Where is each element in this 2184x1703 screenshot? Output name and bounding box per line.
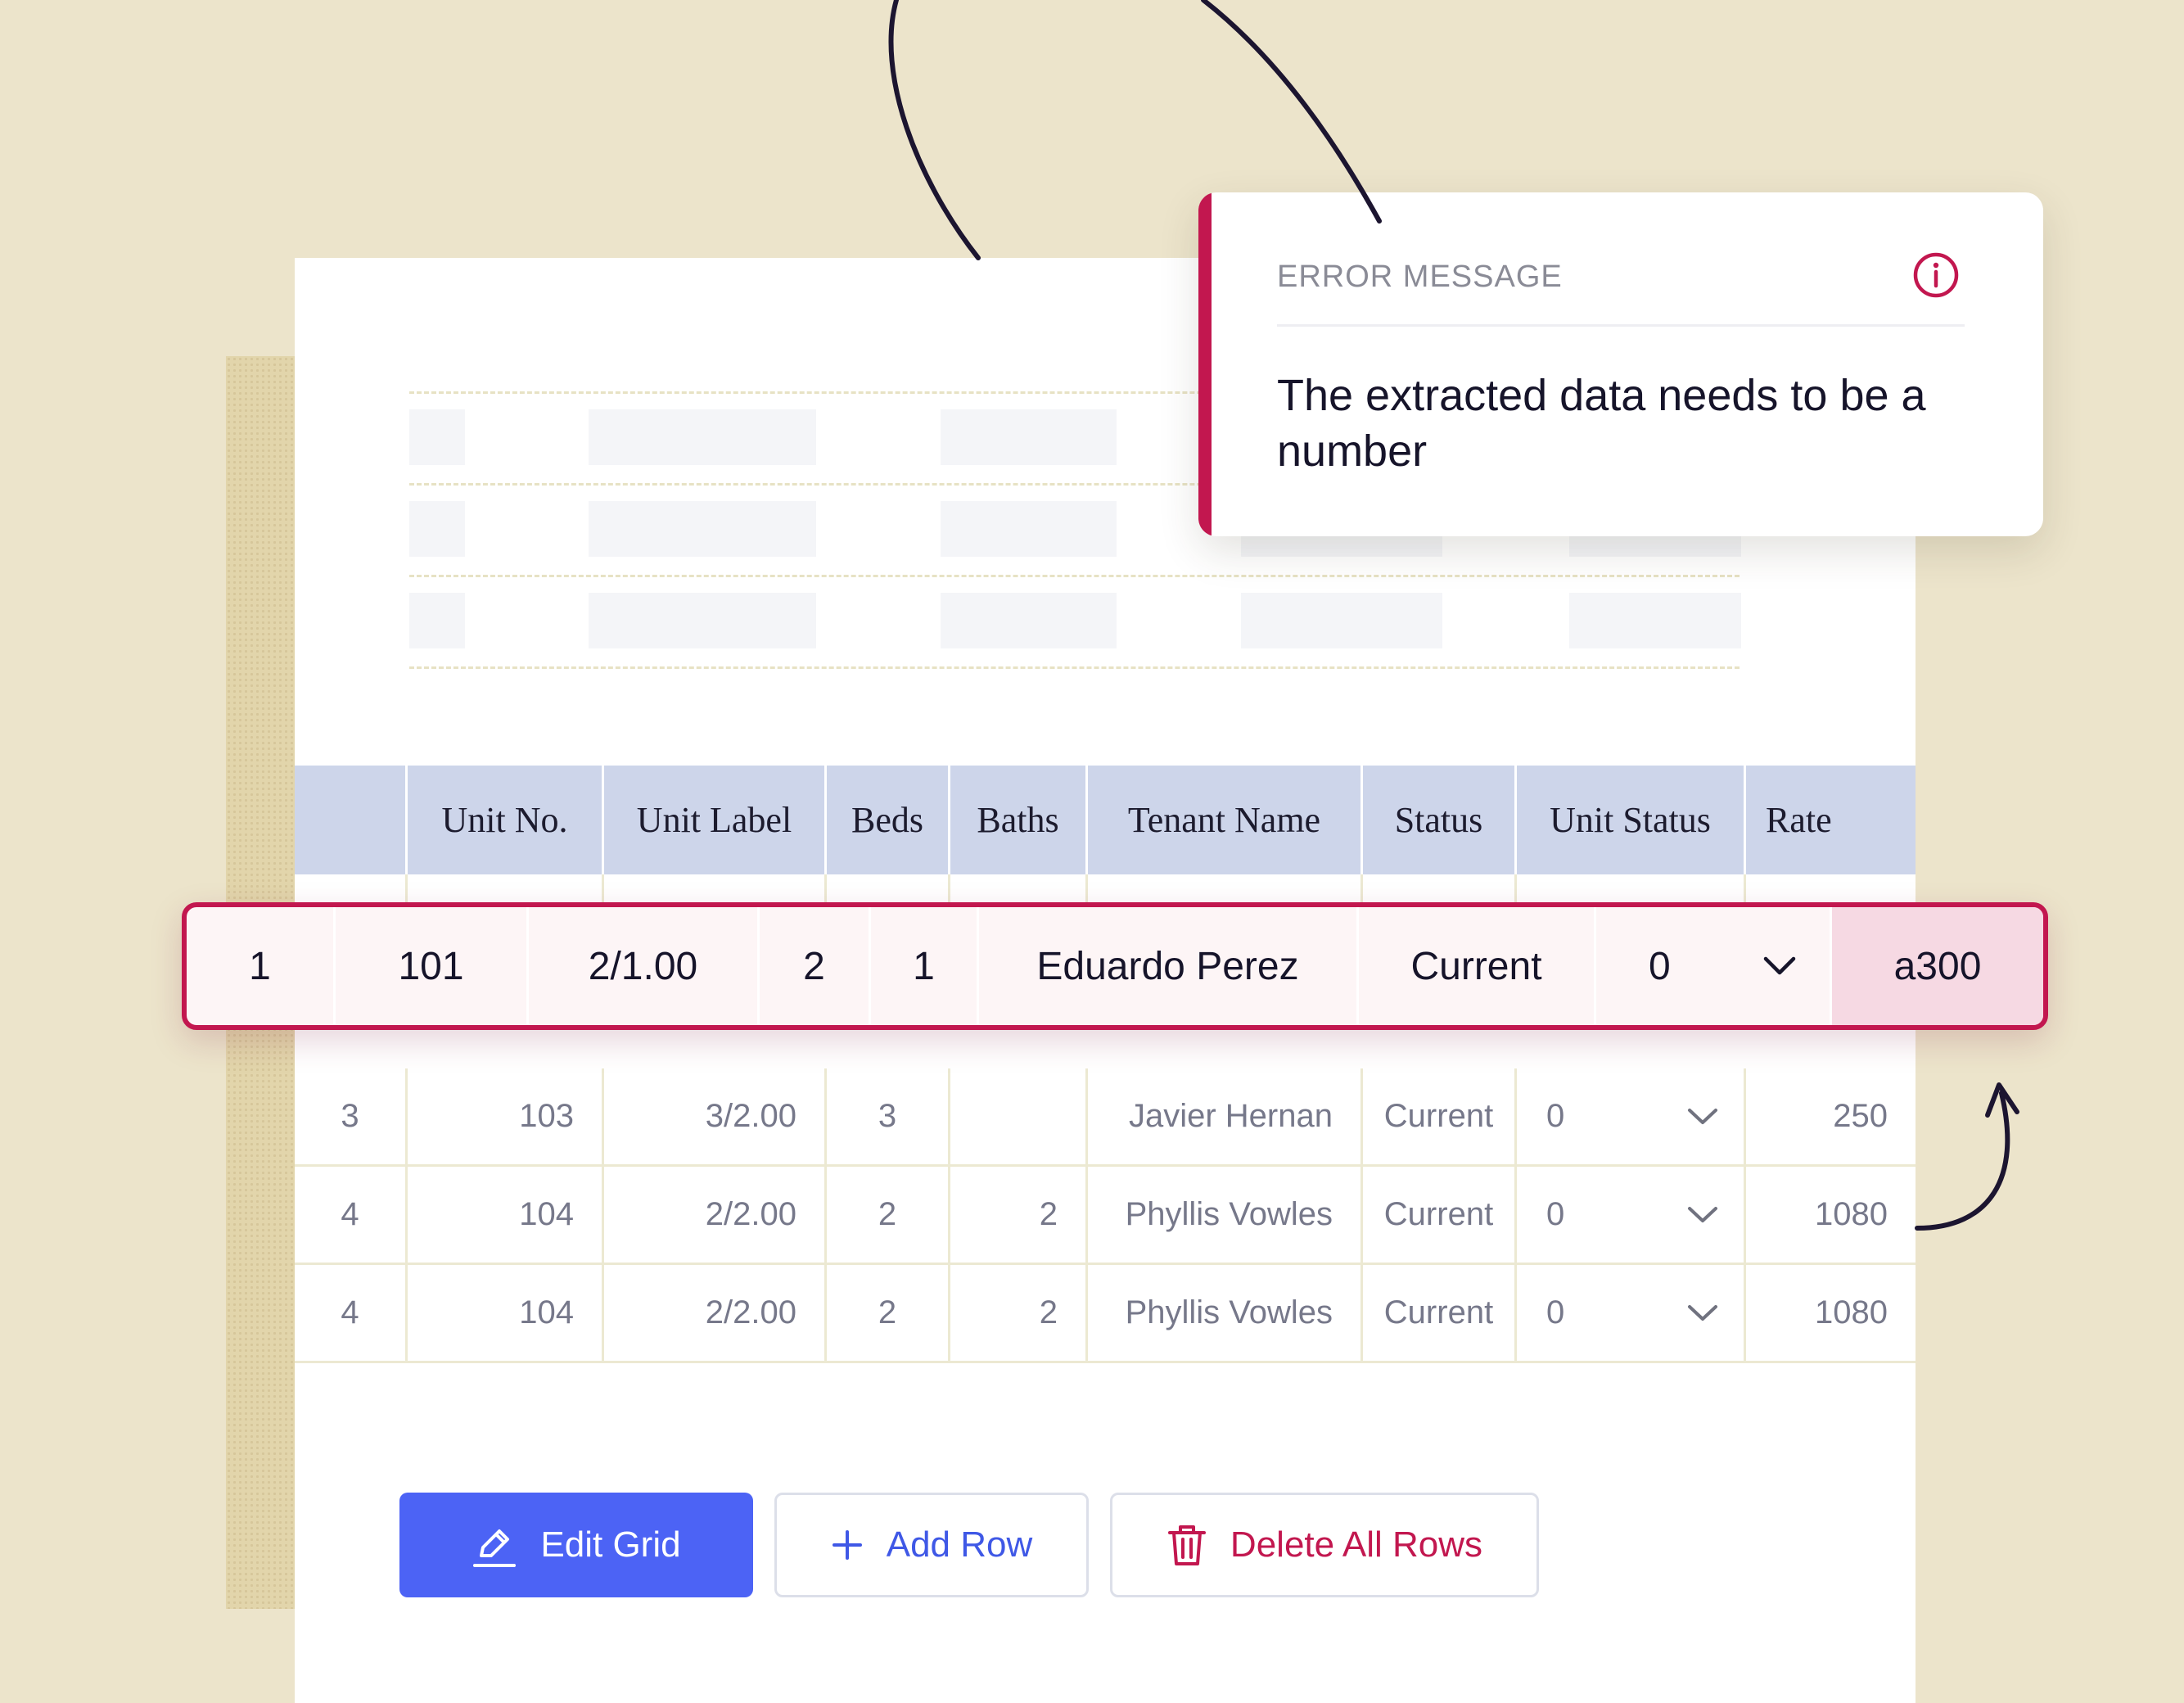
error-message: The extracted data needs to be a number [1277,371,1926,476]
cell-baths[interactable] [950,1068,1088,1164]
cell-unit-no[interactable]: 103 [408,1068,604,1164]
add-row-label: Add Row [886,1525,1033,1565]
chevron-down-icon[interactable] [1686,1303,1719,1323]
cell-beds[interactable]: 2 [827,1265,950,1361]
arrow-head [1985,1082,2019,1118]
cell-unit-no[interactable]: 104 [408,1265,604,1361]
cell-tenant-name[interactable]: Eduardo Perez [979,907,1359,1025]
decorative-curve-top [888,0,981,260]
decorative-curve-popup [1201,0,1382,224]
cell-baths[interactable]: 2 [950,1265,1088,1361]
header-beds[interactable]: Beds [827,766,950,874]
error-title: ERROR MESSAGE [1277,260,1563,294]
error-popup: ERROR MESSAGE The extracted data needs t… [1198,192,2043,536]
edit-grid-button[interactable]: Edit Grid [399,1493,753,1597]
error-accent-bar [1198,192,1212,536]
cell-unit-no[interactable]: 104 [408,1167,604,1263]
header-unit-no[interactable]: Unit No. [408,766,604,874]
unit-status-value: 0 [1546,1196,1565,1232]
cell-beds[interactable]: 3 [827,1068,950,1164]
cell-unit-status[interactable]: 0 [1517,1167,1746,1263]
highlighted-error-row[interactable]: 1 101 2/1.00 2 1 Eduardo Perez Current 0… [182,902,2048,1030]
cell-baths[interactable]: 2 [950,1167,1088,1263]
info-icon[interactable] [1912,251,1960,299]
popup-divider [1277,324,1965,327]
cell-status[interactable]: Current [1363,1167,1517,1263]
cell-index[interactable]: 4 [295,1265,408,1361]
table-row[interactable]: 4 104 2/2.00 2 2 Phyllis Vowles Current … [295,1265,1916,1363]
curved-arrow [1915,1091,2010,1231]
cell-unit-status[interactable]: 0 [1517,1265,1746,1361]
unit-status-value: 0 [1546,1294,1565,1330]
cell-tenant-name[interactable]: Javier Hernan [1088,1068,1363,1164]
header-unit-label[interactable]: Unit Label [604,766,827,874]
cell-unit-label[interactable]: 2/2.00 [604,1167,827,1263]
cell-status[interactable]: Current [1359,907,1596,1025]
header-status[interactable]: Status [1363,766,1517,874]
table-row[interactable]: 4 104 2/2.00 2 2 Phyllis Vowles Current … [295,1167,1916,1265]
cell-beds[interactable]: 2 [760,907,871,1025]
trash-icon [1167,1525,1206,1565]
cell-tenant-name[interactable]: Phyllis Vowles [1088,1265,1363,1361]
cell-tenant-name[interactable]: Phyllis Vowles [1088,1167,1363,1263]
chevron-down-icon[interactable] [1762,955,1797,977]
cell-rate-error[interactable]: a300 [1832,907,2043,1025]
add-row-button[interactable]: Add Row [774,1493,1089,1597]
table-header-row: Unit No. Unit Label Beds Baths Tenant Na… [295,766,1916,874]
cell-unit-no[interactable]: 101 [336,907,529,1025]
cell-index[interactable]: 1 [187,907,336,1025]
cell-index[interactable]: 3 [295,1068,408,1164]
pencil-icon [473,1529,517,1567]
table-row[interactable]: 3 103 3/2.00 3 Javier Hernan Current 0 2… [295,1068,1916,1167]
header-unit-status[interactable]: Unit Status [1517,766,1746,874]
header-baths[interactable]: Baths [950,766,1088,874]
unit-status-value: 0 [1546,1098,1565,1134]
cell-unit-status[interactable]: 0 [1596,907,1832,1025]
header-index [295,766,408,874]
cell-status[interactable]: Current [1363,1265,1517,1361]
plus-icon [832,1530,862,1560]
chevron-down-icon[interactable] [1686,1107,1719,1127]
hidden-row-stub [295,874,1916,905]
cell-rate[interactable]: 1080 [1746,1265,1916,1361]
cell-unit-label[interactable]: 2/2.00 [604,1265,827,1361]
cell-beds[interactable]: 2 [827,1167,950,1263]
header-rate[interactable]: Rate [1746,766,1916,874]
delete-all-rows-label: Delete All Rows [1230,1525,1483,1565]
cell-unit-label[interactable]: 3/2.00 [604,1068,827,1164]
cell-rate[interactable]: 250 [1746,1068,1916,1164]
cell-rate[interactable]: 1080 [1746,1167,1916,1263]
chevron-down-icon[interactable] [1686,1205,1719,1225]
cell-unit-label[interactable]: 2/1.00 [529,907,760,1025]
unit-status-value: 0 [1649,944,1671,988]
cell-index[interactable]: 4 [295,1167,408,1263]
delete-all-rows-button[interactable]: Delete All Rows [1110,1493,1539,1597]
cell-status[interactable]: Current [1363,1068,1517,1164]
cell-unit-status[interactable]: 0 [1517,1068,1746,1164]
edit-grid-label: Edit Grid [540,1525,681,1565]
cell-baths[interactable]: 1 [871,907,979,1025]
header-tenant-name[interactable]: Tenant Name [1088,766,1363,874]
